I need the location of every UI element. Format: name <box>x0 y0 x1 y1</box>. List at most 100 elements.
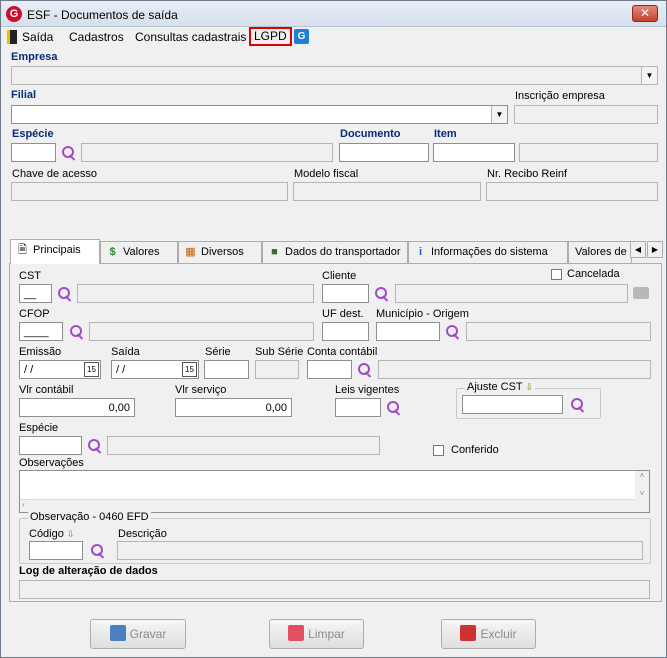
close-button[interactable]: ✕ <box>632 5 658 22</box>
serie-label: Série <box>205 346 231 358</box>
gravar-label: Gravar <box>129 627 167 641</box>
help-icon[interactable]: G <box>294 29 309 44</box>
limpar-label: Limpar <box>308 627 345 641</box>
conta-contabil-description-field <box>378 360 651 379</box>
tab-valores-de-in[interactable]: Valores de in <box>568 241 632 263</box>
especie-label: Espécie <box>12 128 54 140</box>
cst-field[interactable]: __ <box>19 284 52 303</box>
observacoes-textarea[interactable]: ‹ ˄ ˅ <box>19 470 650 513</box>
filial-label: Filial <box>11 89 37 101</box>
menu-saida[interactable]: Saída <box>22 29 53 45</box>
tab-informacoes-sistema[interactable]: i Informações do sistema <box>408 241 568 263</box>
uf-dest-field[interactable] <box>322 322 369 341</box>
cancelada-label: Cancelada <box>567 268 620 280</box>
ajuste-cst-label: Ajuste CST <box>467 381 523 393</box>
tab-label: Valores <box>123 246 160 258</box>
codigo-label-text: Código <box>29 528 64 540</box>
especie-tab-code-field[interactable] <box>19 436 82 455</box>
tab-label: Informações do sistema <box>431 246 548 258</box>
saida-date-field[interactable]: / / 15 <box>111 360 199 379</box>
chevron-left-icon[interactable]: ◀ <box>630 241 646 258</box>
search-icon[interactable] <box>570 397 586 413</box>
tab-valores[interactable]: $ Valores <box>100 241 178 263</box>
cfop-description-field <box>89 322 314 341</box>
tab-dados-transportador[interactable]: ■ Dados do transportador <box>262 241 408 263</box>
cst-value: __ <box>24 288 37 300</box>
calendar-icon[interactable]: 15 <box>84 362 99 377</box>
documento-field[interactable] <box>339 143 429 162</box>
observacao-0460-title: Observação - 0460 EFD <box>28 511 151 523</box>
search-icon[interactable] <box>90 543 106 559</box>
cliente-code-field[interactable] <box>322 284 369 303</box>
serie-field[interactable] <box>204 360 249 379</box>
tab-label: Dados do transportador <box>285 246 401 258</box>
codigo-field[interactable] <box>29 541 83 560</box>
info-icon: i <box>418 246 423 258</box>
conferido-checkbox[interactable] <box>433 445 444 456</box>
search-icon[interactable] <box>445 324 461 340</box>
chave-acesso-field <box>11 182 288 201</box>
menu-consultas-cadastrais[interactable]: Consultas cadastrais <box>135 29 246 45</box>
vlr-servico-field[interactable]: 0,00 <box>175 398 292 417</box>
printer-icon[interactable] <box>633 287 649 299</box>
tab-label: Diversos <box>201 246 244 258</box>
especie-description-field <box>81 143 333 162</box>
menu-lgpd[interactable]: LGPD <box>249 27 292 46</box>
cfop-label: CFOP <box>19 308 50 320</box>
vertical-scrollbar[interactable]: ˄ ˅ <box>635 471 649 512</box>
cancelada-checkbox[interactable] <box>551 269 562 280</box>
chave-acesso-label: Chave de acesso <box>12 168 97 180</box>
page-icon: 🗎 <box>18 244 27 256</box>
empresa-select[interactable]: ▼ <box>11 66 658 85</box>
especie-code-field[interactable] <box>11 143 56 162</box>
conferido-label: Conferido <box>451 444 499 456</box>
conta-contabil-field[interactable] <box>307 360 352 379</box>
log-alteracao-field <box>19 580 650 599</box>
recibo-reinf-field <box>486 182 658 201</box>
chevron-right-icon[interactable]: ▶ <box>647 241 663 258</box>
sort-arrow-icon: ⇩ <box>66 529 75 539</box>
tab-scroll-arrows: ◀ ▶ <box>630 241 664 258</box>
especie-tab-label: Espécie <box>19 422 59 434</box>
modelo-fiscal-field <box>293 182 481 201</box>
inscricao-empresa-label: Inscrição empresa <box>515 90 605 102</box>
cst-description-field <box>77 284 314 303</box>
emissao-date-field[interactable]: / / 15 <box>19 360 101 379</box>
main-window: G ESF - Documentos de saída ✕ Saída Cada… <box>0 0 667 658</box>
tab-principais[interactable]: 🗎 Principais <box>10 239 100 264</box>
ajuste-cst-field[interactable] <box>462 395 563 414</box>
chevron-down-icon[interactable]: ▼ <box>641 67 657 84</box>
leis-vigentes-field[interactable] <box>335 398 381 417</box>
search-icon[interactable] <box>374 286 390 302</box>
money-icon: $ <box>109 246 116 258</box>
cfop-field[interactable]: ____ <box>19 322 63 341</box>
tab-bar: 🗎 Principais $ Valores ▦ Diversos ■ Dado… <box>4 239 664 264</box>
search-icon[interactable] <box>386 400 402 416</box>
gravar-button[interactable]: Gravar <box>90 619 186 649</box>
vlr-servico-label: Vlr serviço <box>175 384 227 396</box>
calendar-icon: ▦ <box>185 246 196 258</box>
calendar-icon[interactable]: 15 <box>182 362 197 377</box>
vlr-contabil-label: Vlr contábil <box>19 384 74 396</box>
menu-cadastros[interactable]: Cadastros <box>69 29 124 45</box>
cst-label: CST <box>19 270 41 282</box>
tab-diversos[interactable]: ▦ Diversos <box>178 241 262 263</box>
chevron-down-icon[interactable]: ▼ <box>491 106 507 123</box>
save-icon <box>109 625 126 641</box>
item-label: Item <box>434 128 457 140</box>
search-icon[interactable] <box>357 362 373 378</box>
search-icon[interactable] <box>61 145 77 161</box>
especie-tab-description-field <box>107 436 380 455</box>
municipio-code-field[interactable] <box>376 322 440 341</box>
ajuste-cst-group: Ajuste CST ⇩ <box>456 381 601 419</box>
search-icon[interactable] <box>87 438 103 454</box>
filial-select[interactable]: ▼ <box>11 105 508 124</box>
search-icon[interactable] <box>69 324 85 340</box>
observacoes-label: Observações <box>19 457 84 469</box>
search-icon[interactable] <box>57 286 73 302</box>
limpar-button[interactable]: Limpar <box>269 619 364 649</box>
vlr-contabil-field[interactable]: 0,00 <box>19 398 135 417</box>
item-field[interactable] <box>433 143 515 162</box>
eraser-icon <box>288 625 305 641</box>
excluir-button[interactable]: Excluir <box>441 619 536 649</box>
